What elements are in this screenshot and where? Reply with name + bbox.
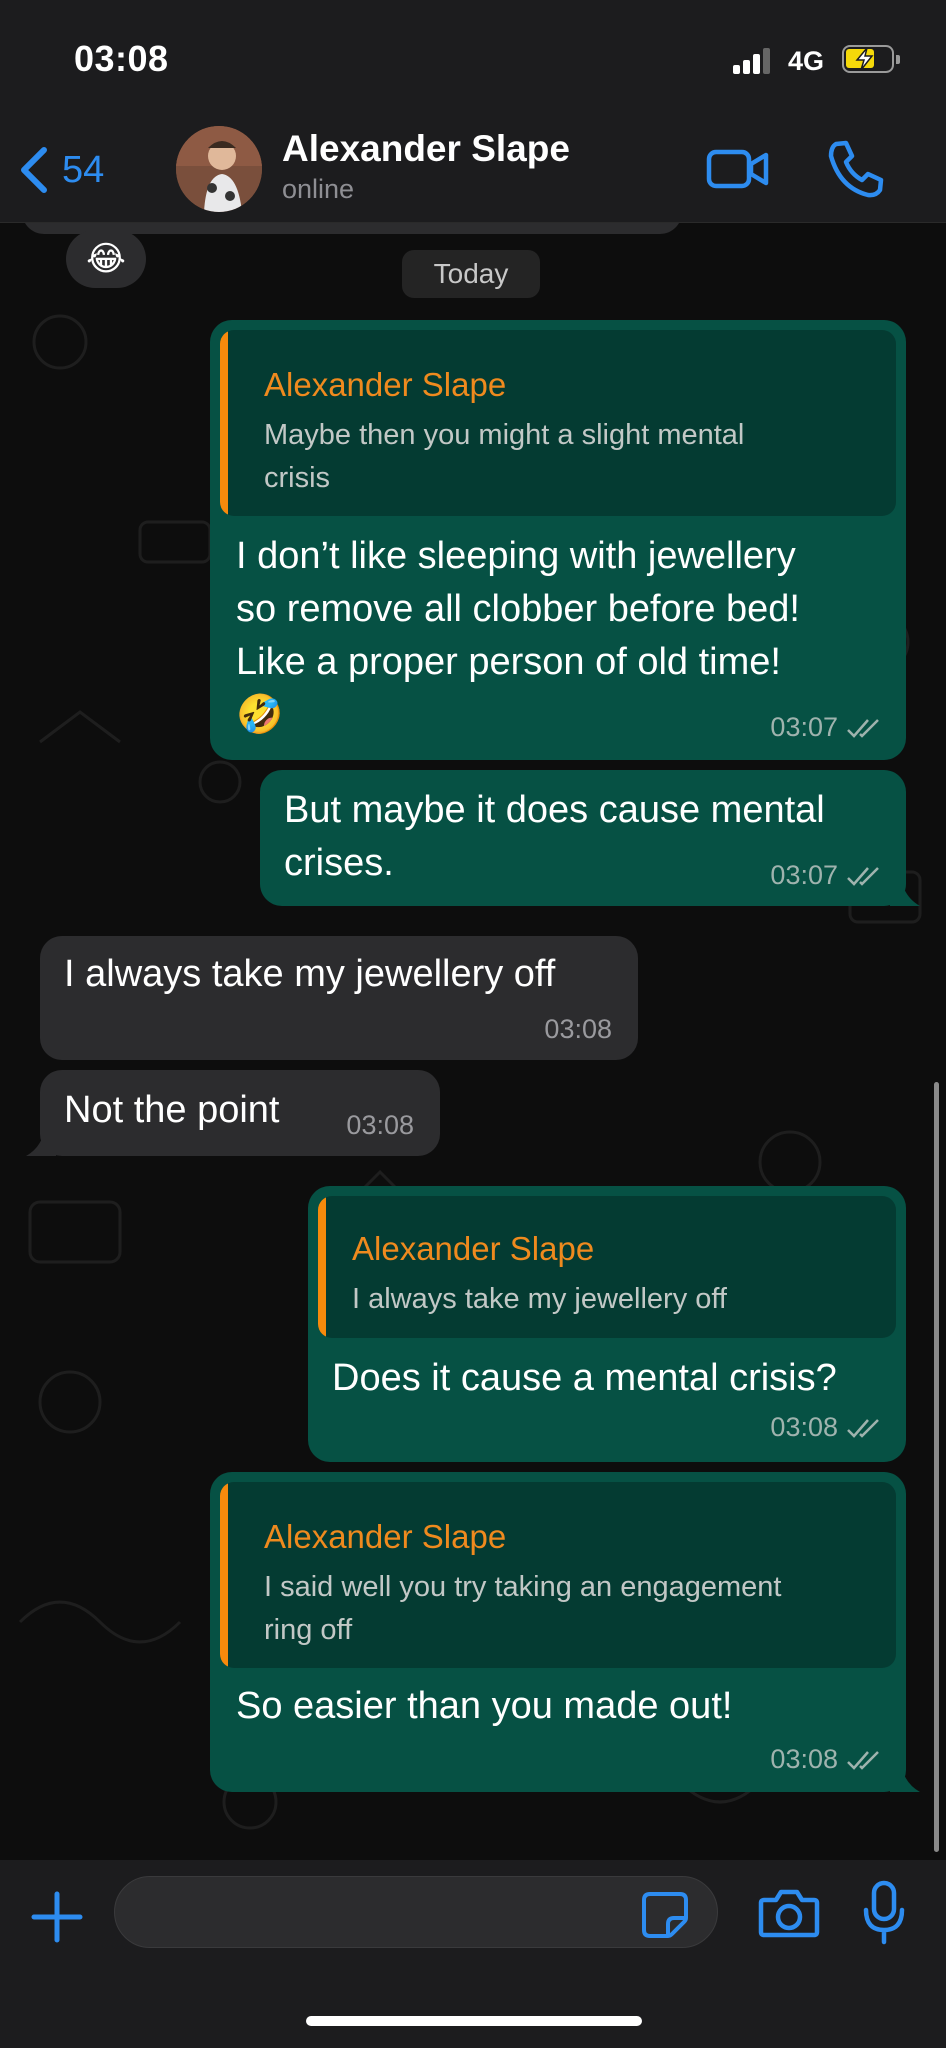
- status-bar: 03:08 4G: [0, 0, 946, 120]
- contact-name[interactable]: Alexander Slape: [282, 128, 570, 170]
- camera-icon[interactable]: [758, 1886, 820, 1940]
- message-time: 03:08: [770, 1412, 838, 1442]
- quote-text: Maybe then you might a slight mental: [264, 419, 745, 451]
- quote-author: Alexander Slape: [264, 366, 507, 403]
- quoted-reply[interactable]: Alexander Slape Maybe then you might a s…: [220, 330, 896, 516]
- read-ticks-icon: [847, 1418, 879, 1438]
- quote-author: Alexander Slape: [352, 1230, 595, 1267]
- read-ticks-icon: [847, 866, 879, 886]
- back-button[interactable]: 54: [18, 142, 104, 198]
- message-text: Like a proper person of old time!: [236, 641, 781, 683]
- message-time: 03:08: [346, 1110, 414, 1140]
- home-indicator: [306, 2016, 642, 2026]
- contact-status: online: [282, 174, 355, 204]
- quote-author: Alexander Slape: [264, 1518, 507, 1555]
- message-text: crises.: [284, 842, 394, 884]
- message-meta: 03:07: [770, 712, 884, 743]
- message-text: Does it cause a mental crisis?: [332, 1357, 837, 1399]
- avatar[interactable]: [176, 126, 262, 212]
- quote-text: ring off: [264, 1614, 353, 1646]
- phone-icon[interactable]: [826, 138, 884, 200]
- bubble-tail: [890, 872, 920, 906]
- message-text: I always take my jewellery off: [64, 953, 556, 995]
- message-meta: 03:08: [770, 1412, 884, 1443]
- message-meta: 03:08: [770, 1744, 884, 1775]
- outgoing-message[interactable]: Alexander Slape I always take my jewelle…: [308, 1186, 906, 1462]
- bubble-tail: [890, 1758, 920, 1792]
- outgoing-message[interactable]: Alexander Slape Maybe then you might a s…: [210, 320, 906, 760]
- quote-text: I always take my jewellery off: [352, 1283, 727, 1315]
- message-text: so remove all clobber before bed!: [236, 588, 800, 630]
- plus-icon[interactable]: [30, 1890, 84, 1944]
- read-ticks-icon: [847, 1750, 879, 1770]
- message-text: Not the point: [64, 1089, 280, 1131]
- outgoing-message[interactable]: But maybe it does cause mental crises. 0…: [260, 770, 906, 906]
- battery-icon: [842, 45, 900, 73]
- date-separator: Today: [402, 250, 540, 298]
- message-text: I don’t like sleeping with jewellery: [236, 535, 796, 577]
- sticker-icon[interactable]: [640, 1890, 690, 1940]
- microphone-icon[interactable]: [862, 1880, 906, 1946]
- message-meta: 03:07: [770, 860, 884, 891]
- status-time: 03:08: [74, 38, 169, 79]
- unread-count: 54: [62, 148, 105, 191]
- scrollbar[interactable]: [934, 1082, 939, 1852]
- back-chevron-icon: [21, 147, 47, 193]
- quoted-reply[interactable]: Alexander Slape I said well you try taki…: [220, 1482, 896, 1668]
- outgoing-message[interactable]: Alexander Slape I said well you try taki…: [210, 1472, 906, 1792]
- quoted-reply[interactable]: Alexander Slape I always take my jewelle…: [318, 1196, 896, 1338]
- signal-strength-icon: [733, 48, 773, 74]
- video-call-icon[interactable]: [706, 142, 770, 198]
- message-emoji: 🤣: [236, 694, 284, 736]
- message-time: 03:07: [770, 712, 838, 742]
- message-time: 03:08: [544, 1014, 612, 1044]
- message-text: So easier than you made out!: [236, 1685, 733, 1727]
- quote-text: crisis: [264, 462, 331, 494]
- incoming-message[interactable]: Not the point 03:08: [40, 1070, 440, 1156]
- message-text: But maybe it does cause mental: [284, 789, 825, 831]
- message-time: 03:07: [770, 860, 838, 890]
- bubble-tail: [26, 1122, 56, 1156]
- message-input[interactable]: [114, 1876, 718, 1948]
- message-time: 03:08: [770, 1744, 838, 1774]
- incoming-message[interactable]: I always take my jewellery off 03:08: [40, 936, 638, 1060]
- quote-text: I said well you try taking an engagement: [264, 1571, 782, 1603]
- network-type: 4G: [788, 46, 825, 76]
- read-ticks-icon: [847, 718, 879, 738]
- chat-header: 54 Alexander Slape online: [0, 120, 946, 223]
- reaction-emoji[interactable]: 😂: [66, 230, 146, 288]
